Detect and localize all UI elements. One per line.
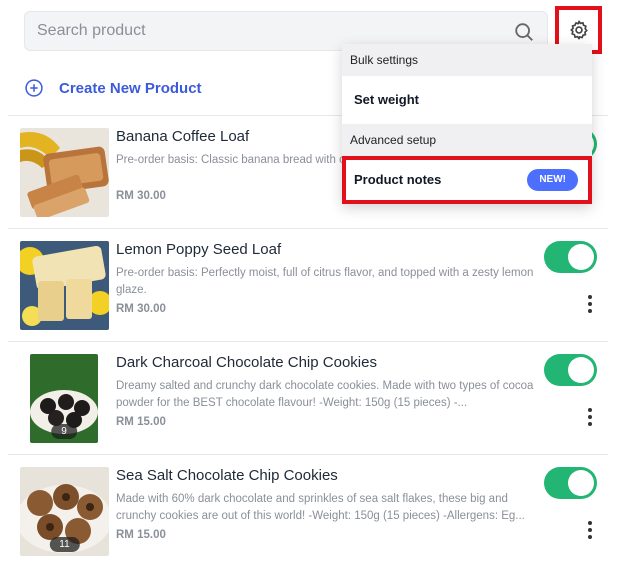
plus-circle-icon [25,79,43,97]
toggle-knob [568,357,594,383]
image-count-badge: 11 [49,537,80,552]
menu-item-set-weight[interactable]: Set weight [342,76,592,124]
product-description: Made with 60% dark chocolate and sprinkl… [116,493,525,522]
more-options-icon[interactable] [582,293,598,315]
create-new-product-label: Create New Product [59,79,202,97]
toggle-knob [568,470,594,496]
product-row[interactable]: 9 Dark Charcoal Chocolate Chip Cookies D… [8,341,608,454]
dropdown-section-header-advanced: Advanced setup [342,124,592,156]
more-options-icon[interactable] [582,406,598,428]
product-price: RM 15.00 [116,529,166,541]
product-image-seasalt-cookies: 11 [20,467,109,556]
create-new-product-link[interactable]: Create New Product [24,75,202,101]
product-row[interactable]: Lemon Poppy Seed Loaf Pre-order basis: P… [8,228,608,341]
menu-item-label: Set weight [354,92,420,107]
dropdown-section-header-bulk: Bulk settings [342,44,592,76]
new-badge: NEW! [527,169,578,191]
product-description: Dreamy salted and crunchy dark chocolate… [116,380,534,409]
product-availability-toggle[interactable] [544,354,597,386]
menu-item-label: Product notes [354,172,442,187]
product-availability-toggle[interactable] [544,467,597,499]
product-availability-toggle[interactable] [544,241,597,273]
settings-dropdown-menu: Bulk settings Set weight Advanced setup … [342,44,592,204]
product-description: Pre-order basis: Perfectly moist, full o… [116,267,534,296]
menu-item-product-notes[interactable]: Product notes NEW! [342,156,592,204]
search-icon[interactable] [513,21,535,43]
product-name: Sea Salt Chocolate Chip Cookies [116,467,338,484]
product-name: Lemon Poppy Seed Loaf [116,241,282,258]
more-options-icon[interactable] [582,519,598,541]
product-price: RM 30.00 [116,303,166,315]
product-name: Dark Charcoal Chocolate Chip Cookies [116,354,377,371]
product-name: Banana Coffee Loaf [116,128,250,145]
product-row[interactable]: 11 Sea Salt Chocolate Chip Cookies Made … [8,454,608,563]
product-price: RM 15.00 [116,416,166,428]
product-image-lemon-loaf [20,241,109,330]
product-price: RM 30.00 [116,190,166,202]
toggle-knob [568,244,594,270]
product-image-banana-loaf [20,128,109,217]
product-image-charcoal-cookies: 9 [30,354,98,443]
gear-icon [569,20,588,40]
image-count-badge: 9 [51,424,77,439]
